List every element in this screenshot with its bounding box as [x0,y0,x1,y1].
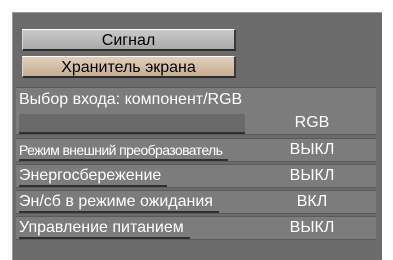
external-converter-mode-value[interactable]: ВЫКЛ [248,139,376,161]
input-select-bar [19,114,245,134]
input-select-value[interactable]: RGB [248,112,376,134]
external-converter-mode-label: Режим внешний преобразователь [19,139,229,161]
standby-power-save-row[interactable]: Эн/сб в режиме ожидания ВКЛ [16,190,376,214]
standby-power-save-label: Эн/сб в режиме ожидания [19,191,219,213]
power-save-row[interactable]: Энергосбережение ВЫКЛ [16,164,376,188]
setup-menu-panel: Сигнал Хранитель экрана Выбор входа: ком… [12,12,382,260]
power-management-row[interactable]: Управление питанием ВЫКЛ [16,216,376,240]
screen-frame: Сигнал Хранитель экрана Выбор входа: ком… [0,0,393,260]
screensaver-button[interactable]: Хранитель экрана [22,56,236,78]
input-select-row[interactable]: Выбор входа: компонент/RGB RGB [16,87,376,135]
external-converter-mode-row[interactable]: Режим внешний преобразователь ВЫКЛ [16,138,376,162]
power-save-label: Энергосбережение [19,165,168,187]
power-management-value[interactable]: ВЫКЛ [248,217,376,239]
standby-power-save-value[interactable]: ВКЛ [248,191,376,213]
power-management-label: Управление питанием [19,217,190,239]
input-select-label: Выбор входа: компонент/RGB [19,91,243,108]
power-save-value[interactable]: ВЫКЛ [248,165,376,187]
signal-button[interactable]: Сигнал [22,29,236,51]
